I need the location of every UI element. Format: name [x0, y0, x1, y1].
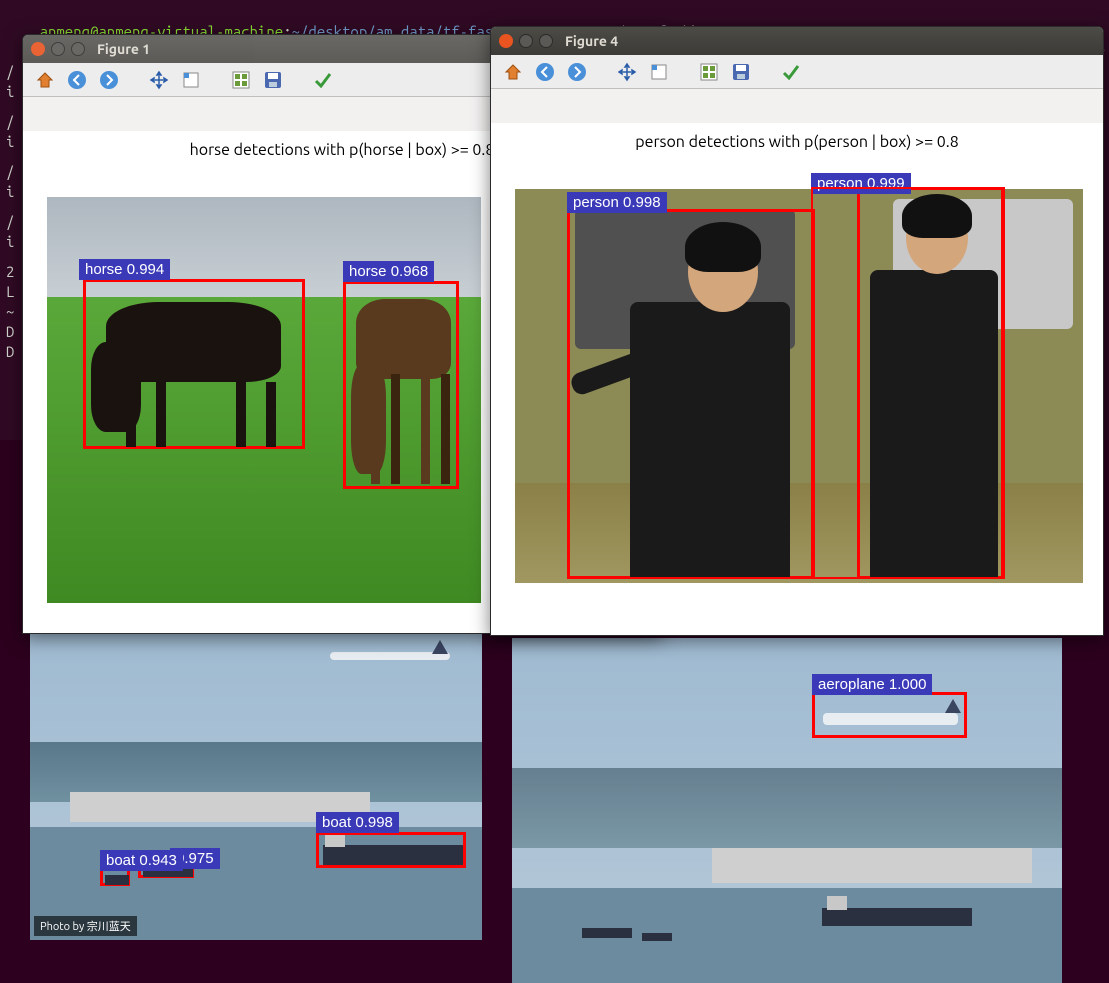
- plot-canvas[interactable]: person detections with p(person | box) >…: [491, 123, 1103, 636]
- minimize-icon[interactable]: [519, 34, 533, 48]
- back-icon[interactable]: [533, 60, 557, 84]
- bbox-aeroplane: [812, 692, 967, 738]
- figure-boat: boat 0.998 0.975 boat 0.943 Photo by 宗川蓝…: [30, 632, 482, 940]
- mpl-toolbar: [491, 55, 1103, 89]
- check-icon[interactable]: [311, 68, 335, 92]
- bbox-boat-3: [316, 832, 466, 868]
- figure-window-4[interactable]: Figure 4 person detections with p(person…: [490, 26, 1104, 636]
- subplots-icon[interactable]: [229, 68, 253, 92]
- forward-icon[interactable]: [565, 60, 589, 84]
- bbox-person-1b: [811, 187, 1003, 579]
- maximize-icon[interactable]: [71, 42, 85, 56]
- forward-icon[interactable]: [97, 68, 121, 92]
- bbox-label-horse-2: horse 0.968: [343, 261, 434, 282]
- zoom-icon[interactable]: [179, 68, 203, 92]
- subplots-icon[interactable]: [697, 60, 721, 84]
- bbox-label-horse-1: horse 0.994: [79, 259, 170, 280]
- save-icon[interactable]: [261, 68, 285, 92]
- check-icon[interactable]: [779, 60, 803, 84]
- close-icon[interactable]: [31, 42, 45, 56]
- zoom-icon[interactable]: [647, 60, 671, 84]
- window-title: Figure 1: [97, 41, 150, 57]
- save-icon[interactable]: [729, 60, 753, 84]
- bbox-label-person-1: person 0.998: [567, 192, 667, 213]
- bbox-horse-1: [83, 279, 305, 449]
- window-title: Figure 4: [565, 33, 618, 49]
- photo-credit: Photo by 宗川蓝天: [34, 916, 137, 936]
- plot-title: person detections with p(person | box) >…: [491, 123, 1103, 155]
- pan-icon[interactable]: [147, 68, 171, 92]
- back-icon[interactable]: [65, 68, 89, 92]
- close-icon[interactable]: [499, 34, 513, 48]
- minimize-icon[interactable]: [51, 42, 65, 56]
- bbox-horse-2: [343, 281, 459, 489]
- home-icon[interactable]: [501, 60, 525, 84]
- bbox-person-1: [567, 209, 815, 579]
- figure-aeroplane: aeroplane 1.000: [512, 638, 1062, 983]
- maximize-icon[interactable]: [539, 34, 553, 48]
- bbox-label-boat-1: boat 0.943: [100, 850, 183, 871]
- pan-icon[interactable]: [615, 60, 639, 84]
- titlebar[interactable]: Figure 4: [491, 27, 1103, 55]
- bbox-label-aeroplane: aeroplane 1.000: [812, 674, 932, 695]
- home-icon[interactable]: [33, 68, 57, 92]
- bbox-label-boat-3: boat 0.998: [316, 812, 399, 833]
